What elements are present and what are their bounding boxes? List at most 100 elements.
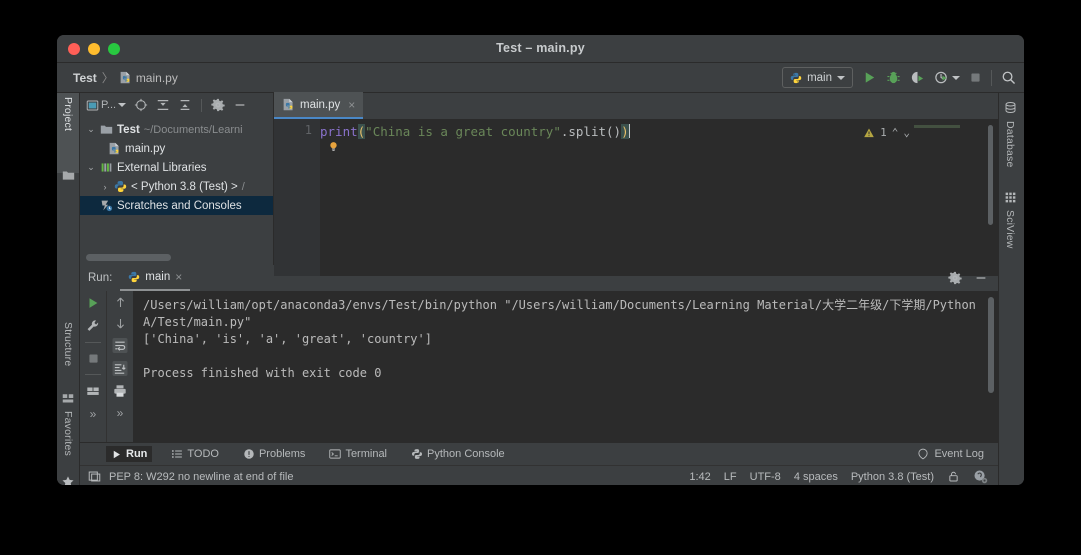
print-icon[interactable] <box>113 384 127 398</box>
tree-row-test[interactable]: ⌄ Test ~/Documents/Learni <box>80 120 273 139</box>
file-encoding[interactable]: UTF-8 <box>750 471 781 483</box>
soft-wrap-icon[interactable] <box>112 338 128 353</box>
sidebar-item-database[interactable]: Database <box>999 117 1021 191</box>
select-opened-file-icon[interactable] <box>134 98 148 112</box>
run-console-output[interactable]: /Users/william/opt/anaconda3/envs/Test/b… <box>133 291 998 442</box>
inspection-widget[interactable]: 1 ⌃ ⌄ <box>863 124 910 141</box>
console-line: /Users/william/opt/anaconda3/envs/Test/b… <box>143 298 983 329</box>
chevron-down-icon[interactable]: ⌄ <box>903 124 910 141</box>
tree-row-external-libraries[interactable]: ⌄ External Libraries <box>80 158 273 177</box>
scroll-to-end-icon[interactable] <box>112 361 128 376</box>
editor-minimap <box>910 119 976 276</box>
editor-tab-label: main.py <box>300 99 340 111</box>
run-console-toolbar: » <box>106 291 133 442</box>
editor-gutter[interactable]: 1 <box>274 119 320 276</box>
collapse-all-icon[interactable] <box>178 98 192 112</box>
chevron-down-icon[interactable]: ⌄ <box>86 124 96 135</box>
tree-path-label: ~/Documents/Learni <box>144 124 243 136</box>
line-number: 1 <box>305 123 312 137</box>
tree-label: Scratches and Consoles <box>117 200 242 212</box>
python-file-icon <box>282 98 295 111</box>
sidebar-item-project[interactable]: Project <box>57 93 79 173</box>
project-tree: ⌄ Test ~/Documents/Learni <box>80 117 273 250</box>
down-arrow-icon[interactable] <box>114 317 127 330</box>
run-tab-main[interactable]: main × <box>120 265 190 291</box>
todo-icon <box>171 448 183 460</box>
chevron-up-icon[interactable]: ⌃ <box>892 124 899 141</box>
project-horizontal-scrollbar[interactable] <box>86 254 265 261</box>
event-log-button[interactable]: Event Log <box>917 448 984 460</box>
chevron-down-icon <box>952 76 960 80</box>
up-arrow-icon[interactable] <box>114 296 127 309</box>
tool-window-run[interactable]: Run <box>106 446 152 462</box>
tree-row-mainpy[interactable]: main.py <box>80 139 273 158</box>
tree-row-scratches[interactable]: Scratches and Consoles <box>80 196 273 215</box>
more-icon[interactable]: » <box>90 407 97 421</box>
chevron-right-icon[interactable]: › <box>100 182 110 192</box>
tool-tab-label: Database <box>1004 121 1016 168</box>
close-icon[interactable]: × <box>348 98 355 112</box>
layout-icon[interactable] <box>86 384 100 398</box>
database-icon <box>1004 101 1017 114</box>
line-separator[interactable]: LF <box>724 471 737 483</box>
sidebar-item-structure[interactable]: Structure <box>57 318 79 396</box>
profile-action[interactable] <box>934 70 960 85</box>
tool-window-label: Problems <box>259 448 305 460</box>
breadcrumb-file[interactable]: main.py <box>119 71 178 85</box>
run-tab-label: main <box>145 271 170 283</box>
chevron-down-icon[interactable]: ⌄ <box>86 162 96 173</box>
chevron-down-icon <box>118 103 126 107</box>
wrench-icon[interactable] <box>86 319 100 333</box>
tree-path-label: / <box>242 181 245 193</box>
lock-icon[interactable] <box>947 470 960 483</box>
tool-window-todo[interactable]: TODO <box>166 446 224 462</box>
tool-window-python-console[interactable]: Python Console <box>406 446 510 462</box>
console-line: ['China', 'is', 'a', 'great', 'country'] <box>143 332 432 346</box>
inspection-icon[interactable] <box>88 470 101 483</box>
coverage-icon[interactable] <box>910 70 925 85</box>
stop-icon[interactable] <box>87 352 100 365</box>
console-scrollbar[interactable] <box>988 297 994 393</box>
python-console-icon <box>411 448 423 460</box>
search-icon[interactable] <box>1001 70 1016 85</box>
settings-gear-icon[interactable] <box>211 98 225 112</box>
libraries-icon <box>100 161 113 174</box>
sidebar-item-favorites[interactable]: Favorites <box>57 407 79 481</box>
hide-panel-icon[interactable] <box>233 98 247 112</box>
stop-icon[interactable] <box>969 71 982 84</box>
tree-row-python-sdk[interactable]: › < Python 3.8 (Test) > / <box>80 177 273 196</box>
tool-window-problems[interactable]: Problems <box>238 446 310 462</box>
python-interpreter[interactable]: Python 3.8 (Test) <box>851 471 934 483</box>
editor-tab-mainpy[interactable]: main.py × <box>274 92 363 119</box>
lightbulb-icon[interactable] <box>328 141 339 152</box>
editor-code[interactable]: print("China is a great country".split()… <box>320 119 998 276</box>
inspection-count: 1 <box>880 124 887 141</box>
main-body: Project Structure Favorites <box>57 93 1024 485</box>
tool-window-label: Terminal <box>345 448 387 460</box>
status-bar-left: PEP 8: W292 no newline at end of file <box>88 470 293 483</box>
caret-position[interactable]: 1:42 <box>689 471 710 483</box>
right-tool-window-bar: Database SciView <box>998 93 1024 485</box>
breadcrumb-project[interactable]: Test <box>73 71 97 85</box>
notifications-icon[interactable] <box>973 469 988 484</box>
sidebar-item-sciview[interactable]: SciView <box>999 206 1021 272</box>
run-icon[interactable] <box>862 70 877 85</box>
tool-window-terminal[interactable]: Terminal <box>324 446 392 462</box>
project-scope-selector[interactable]: P... <box>86 99 126 112</box>
balloon-icon <box>917 448 929 460</box>
debug-icon[interactable] <box>886 70 901 85</box>
editor-scrollbar[interactable] <box>988 125 993 225</box>
expand-all-icon[interactable] <box>156 98 170 112</box>
profile-icon <box>934 70 949 85</box>
hide-panel-icon[interactable] <box>974 271 988 285</box>
settings-gear-icon[interactable] <box>948 271 962 285</box>
close-icon[interactable]: × <box>175 270 182 284</box>
folder-icon <box>100 123 113 136</box>
more-icon[interactable]: » <box>117 406 124 420</box>
rerun-icon[interactable] <box>86 296 100 310</box>
pycharm-window: Test – main.py Test 〉 main.py <box>57 35 1024 485</box>
problems-icon <box>243 448 255 460</box>
run-configuration-selector[interactable]: main <box>782 67 853 88</box>
indent-setting[interactable]: 4 spaces <box>794 471 838 483</box>
run-tool-window: Run: main × <box>80 265 998 442</box>
